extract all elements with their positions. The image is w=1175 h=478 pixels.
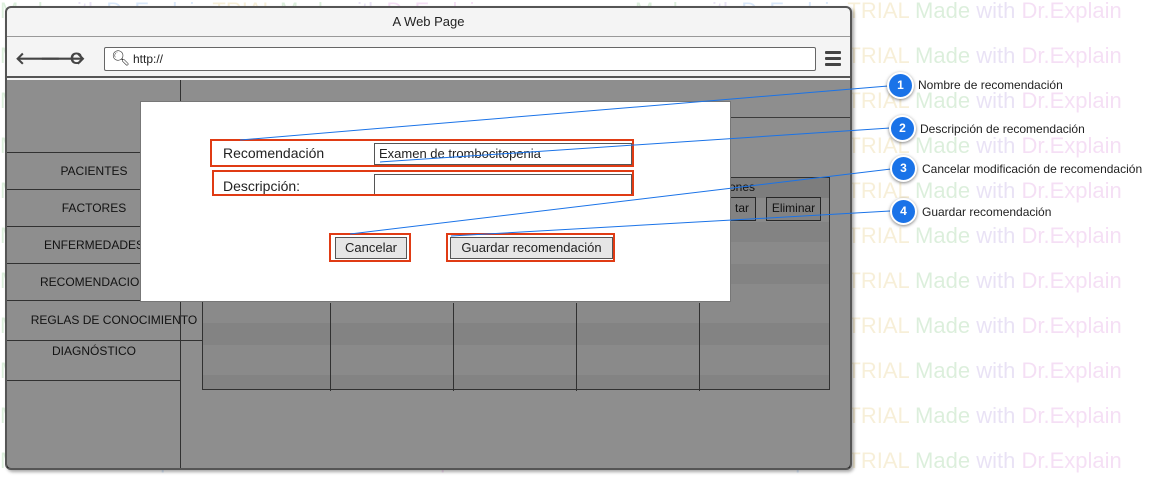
callout-badge-2: 2 <box>889 115 916 142</box>
callout-label-2: Descripción de recomendación <box>920 122 1085 136</box>
callout-label-4: Guardar recomendación <box>922 205 1052 219</box>
callout-label-3: Cancelar modificación de recomendación <box>922 162 1143 176</box>
callout-badge-3: 3 <box>890 155 917 182</box>
callout-label-1: Nombre de recomendación <box>918 78 1063 92</box>
callout-badge-1: 1 <box>887 72 914 99</box>
callout-badge-4: 4 <box>890 198 917 225</box>
callout-lines <box>239 85 892 237</box>
